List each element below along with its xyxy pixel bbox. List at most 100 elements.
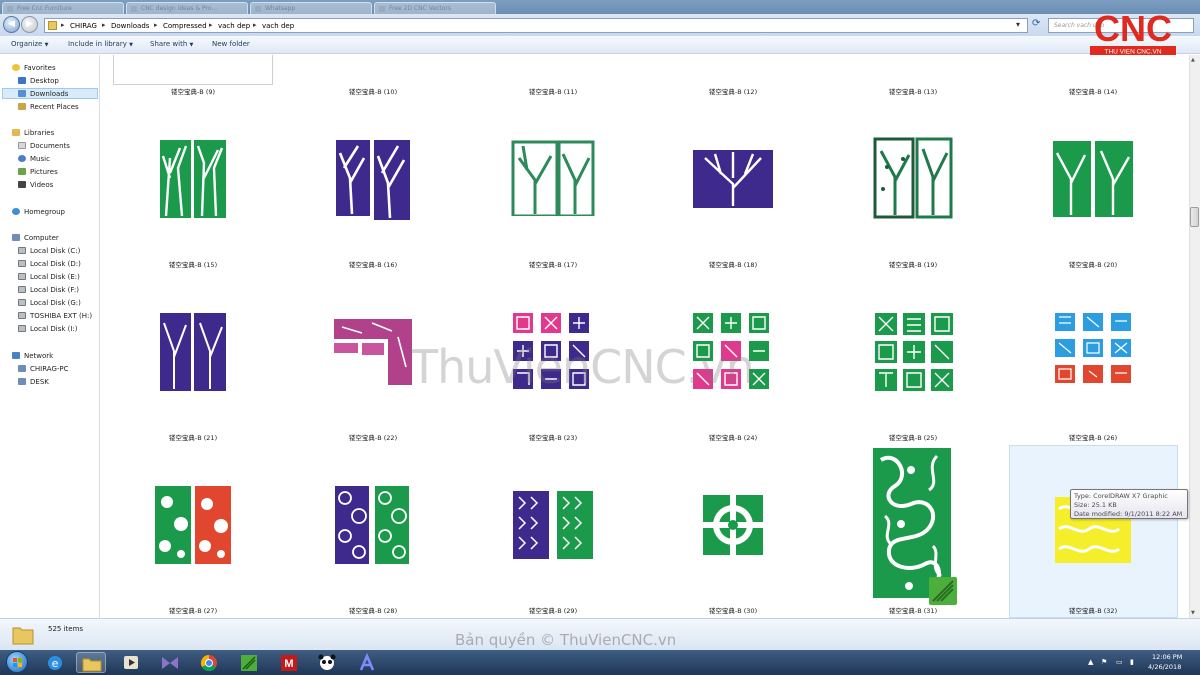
file-thumbnail-partial[interactable]	[113, 55, 273, 85]
breadcrumb-item[interactable]: Downloads	[111, 22, 149, 30]
organize-button[interactable]: Organize ▼	[11, 40, 48, 48]
include-in-library-button[interactable]: Include in library ▼	[68, 40, 133, 48]
file-thumbnail[interactable]	[873, 311, 955, 393]
file-name[interactable]: 镂空宝典-B (18)	[663, 259, 803, 269]
file-name[interactable]: 镂空宝典-B (28)	[303, 605, 443, 615]
nav-item-downloads[interactable]: Downloads	[18, 89, 68, 99]
chevron-down-icon[interactable]: ▾	[1016, 20, 1020, 29]
favorites-header[interactable]: Favorites	[12, 63, 56, 73]
nav-item-music[interactable]: Music	[18, 154, 50, 164]
computer-header[interactable]: Computer	[12, 233, 59, 243]
nav-item-videos[interactable]: Videos	[18, 180, 53, 190]
file-name[interactable]: 镂空宝典-B (14)	[1023, 86, 1163, 96]
network-header[interactable]: Network	[12, 351, 53, 361]
nav-item-drive[interactable]: Local Disk (E:)	[18, 272, 80, 282]
file-name[interactable]: 镂空宝典-B (10)	[303, 86, 443, 96]
file-name[interactable]: 镂空宝典-B (24)	[663, 432, 803, 442]
file-name[interactable]: 镂空宝典-B (25)	[843, 432, 983, 442]
scroll-down-icon[interactable]: ▼	[1191, 610, 1195, 616]
taskbar-app-a-button[interactable]	[352, 652, 382, 673]
nav-item-desktop[interactable]: Desktop	[18, 76, 59, 86]
flag-icon[interactable]: ⚑	[1101, 658, 1107, 666]
file-thumbnail[interactable]	[701, 493, 765, 557]
start-button[interactable]	[6, 651, 28, 673]
nav-item-recent-places[interactable]: Recent Places	[18, 102, 79, 112]
taskbar-chrome-button[interactable]	[194, 652, 224, 673]
address-bar[interactable]: ▸ CHIRAG ▸ Downloads ▸ Compressed ▸ vach…	[44, 18, 1028, 33]
file-name[interactable]: 镂空宝典-B (21)	[123, 432, 263, 442]
browser-tab[interactable]: Whatsapp	[250, 2, 372, 14]
file-name[interactable]: 镂空宝典-B (20)	[1023, 259, 1163, 269]
file-thumbnail[interactable]	[873, 137, 955, 219]
file-thumbnail[interactable]	[153, 484, 235, 566]
file-name[interactable]: 镂空宝典-B (16)	[303, 259, 443, 269]
file-thumbnail[interactable]	[333, 484, 413, 566]
nav-item-documents[interactable]: Documents	[18, 141, 70, 151]
nav-item-drive[interactable]: Local Disk (D:)	[18, 259, 81, 269]
clock-date[interactable]: 4/26/2018	[1148, 663, 1181, 671]
file-name[interactable]: 镂空宝典-B (26)	[1023, 432, 1163, 442]
file-name[interactable]: 镂空宝典-B (19)	[843, 259, 983, 269]
nav-item-pictures[interactable]: Pictures	[18, 167, 58, 177]
file-name[interactable]: 镂空宝典-B (12)	[663, 86, 803, 96]
nav-item-drive[interactable]: Local Disk (C:)	[18, 246, 80, 256]
breadcrumb-item[interactable]: Compressed	[163, 22, 207, 30]
taskbar-app-m-button[interactable]: M	[274, 652, 304, 673]
file-thumbnail[interactable]	[332, 317, 416, 387]
file-name[interactable]: 镂空宝典-B (11)	[483, 86, 623, 96]
file-thumbnail[interactable]	[334, 138, 414, 220]
nav-item-drive[interactable]: Local Disk (I:)	[18, 324, 78, 334]
taskbar-panda-button[interactable]	[312, 652, 342, 673]
file-name[interactable]: 镂空宝典-B (27)	[123, 605, 263, 615]
file-thumbnail[interactable]	[1051, 139, 1135, 217]
show-hidden-icons-icon[interactable]: ▲	[1088, 658, 1093, 666]
nav-item-drive[interactable]: Local Disk (G:)	[18, 298, 81, 308]
browser-tab[interactable]: Free Cnc Furniture	[2, 2, 124, 14]
nav-item-network-pc[interactable]: DESK	[18, 377, 49, 387]
file-name[interactable]: 镂空宝典-B (9)	[123, 86, 263, 96]
browser-tab[interactable]: CNC design ideas & Pro...	[126, 2, 248, 14]
file-thumbnail[interactable]	[511, 140, 595, 216]
breadcrumb-item[interactable]: CHIRAG	[70, 22, 97, 30]
refresh-icon[interactable]: ⟳	[1032, 18, 1040, 29]
libraries-header[interactable]: Libraries	[12, 128, 54, 138]
file-name[interactable]: 镂空宝典-B (17)	[483, 259, 623, 269]
taskbar-coreldraw-button[interactable]	[234, 652, 264, 673]
nav-item-network-pc[interactable]: CHIRAG-PC	[18, 364, 69, 374]
file-thumbnail[interactable]	[511, 489, 595, 561]
file-name[interactable]: 镂空宝典-B (22)	[303, 432, 443, 442]
file-name[interactable]: 镂空宝典-B (31)	[843, 605, 983, 615]
file-name[interactable]: 镂空宝典-B (13)	[843, 86, 983, 96]
breadcrumb-item[interactable]: vach dep	[218, 22, 250, 30]
taskbar-media-player-button[interactable]	[116, 652, 146, 673]
forward-button[interactable]: ▶	[21, 16, 38, 33]
file-thumbnail[interactable]	[691, 148, 775, 210]
svg-text:CNC: CNC	[1094, 8, 1172, 49]
back-button[interactable]: ◀	[3, 16, 20, 33]
taskbar-explorer-button[interactable]	[76, 652, 106, 673]
nav-item-drive[interactable]: TOSHIBA EXT (H:)	[18, 311, 92, 321]
browser-tab[interactable]: Free 2D CNC Vectors	[374, 2, 496, 14]
watermark: ThuVienCNC.vn	[410, 340, 755, 394]
display-icon[interactable]: ▭	[1116, 658, 1123, 666]
file-name[interactable]: 镂空宝典-B (23)	[483, 432, 623, 442]
nav-item-drive[interactable]: Local Disk (F:)	[18, 285, 79, 295]
taskbar-ie-button[interactable]: e	[40, 652, 70, 673]
file-thumbnail[interactable]	[158, 311, 228, 393]
network-icon[interactable]: ▮	[1130, 658, 1134, 666]
taskbar-visual-studio-button[interactable]	[155, 652, 185, 673]
file-name[interactable]: 镂空宝典-B (32)	[1023, 605, 1163, 615]
scrollbar-thumb[interactable]	[1190, 207, 1199, 227]
coreldraw-icon	[241, 655, 257, 671]
file-thumbnail[interactable]	[158, 138, 228, 220]
nav-item-homegroup[interactable]: Homegroup	[12, 207, 65, 217]
vertical-scrollbar[interactable]	[1189, 55, 1200, 618]
new-folder-button[interactable]: New folder	[212, 40, 250, 48]
file-name[interactable]: 镂空宝典-B (15)	[123, 259, 263, 269]
file-name[interactable]: 镂空宝典-B (29)	[483, 605, 623, 615]
file-name[interactable]: 镂空宝典-B (30)	[663, 605, 803, 615]
share-with-button[interactable]: Share with ▼	[150, 40, 193, 48]
file-thumbnail[interactable]	[1053, 311, 1133, 393]
clock-time[interactable]: 12:06 PM	[1152, 653, 1182, 661]
breadcrumb-item[interactable]: vach dep	[262, 22, 294, 30]
